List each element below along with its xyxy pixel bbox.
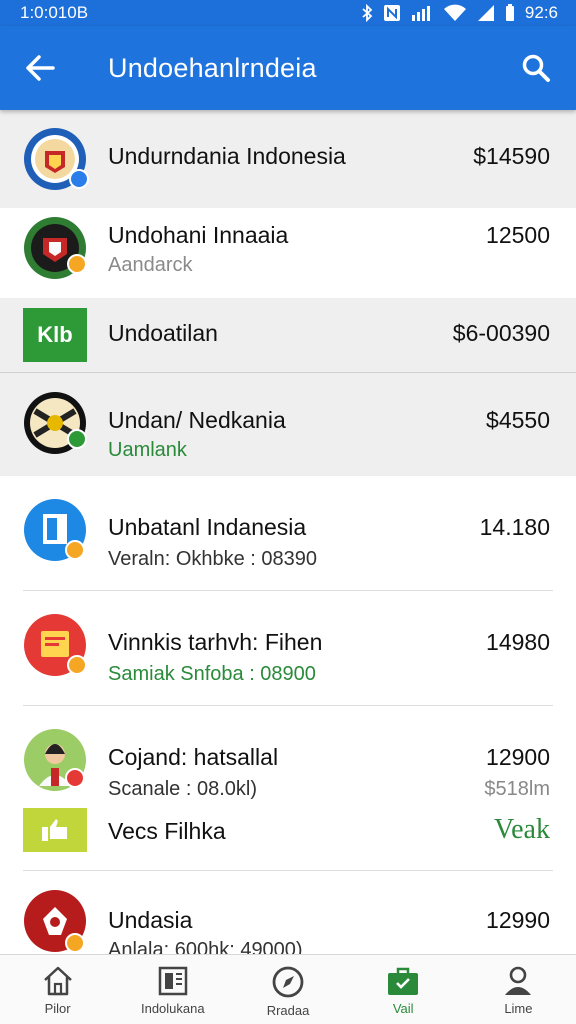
verified-badge-icon — [69, 169, 89, 189]
item-value: 12990 — [486, 907, 550, 933]
arrow-back-icon — [26, 55, 55, 81]
item-name: Cojand: hatsallal — [108, 744, 279, 770]
item-subtitle: Scanale : 08.0kl) — [108, 778, 257, 800]
list-item[interactable]: Cojand: hatsallal Scanale : 08.0kl) 1290… — [0, 706, 576, 800]
item-subtitle: Veraln: Okhbke : 08390 — [108, 548, 318, 570]
item-value: 12500 — [486, 222, 550, 248]
item-logo-text: Klb — [37, 322, 73, 347]
item-name: Undurndania Indonesia — [108, 143, 346, 169]
search-icon — [522, 54, 550, 82]
status-bar: 1:0:010B 92:6 — [0, 0, 576, 26]
page-title: Undoehanlrndeia — [108, 52, 317, 83]
item-value-logo: Veak — [494, 814, 550, 845]
coin-badge-icon — [67, 655, 87, 675]
bottom-nav: Pilor Indolukana Rradaa Vail Lime — [0, 954, 576, 1024]
item-value: 14980 — [486, 629, 550, 655]
home-icon — [43, 966, 72, 996]
item-logo-emblem — [23, 391, 87, 455]
item-logo-emblem — [23, 216, 87, 280]
battery-icon — [505, 4, 514, 21]
status-clock: 92:6 — [524, 3, 558, 22]
nav-item-news[interactable]: Indolukana — [115, 955, 230, 1024]
list-item[interactable]: Klb Undoatilan $6-00390 — [0, 298, 576, 372]
nav-label: Vail — [392, 1001, 414, 1016]
wifi-icon — [443, 4, 466, 21]
nav-label: Pilor — [44, 1001, 71, 1016]
item-value: $4550 — [486, 407, 550, 433]
back-button[interactable] — [0, 26, 80, 110]
item-logo-card — [23, 613, 87, 677]
item-subtitle: Aandarck — [108, 254, 193, 276]
item-value: 14.180 — [479, 514, 550, 540]
signal-icon — [411, 6, 430, 21]
item-logo-shield — [23, 889, 87, 953]
item-logo-document — [23, 498, 87, 562]
status-icons: 92:6 — [361, 3, 558, 23]
flag-badge-icon — [65, 768, 85, 788]
item-name: Unbatanl Indanesia — [108, 514, 307, 540]
item-logo-tile: Klb — [23, 308, 87, 362]
item-subtitle: Uamlank — [108, 439, 187, 461]
coin-badge-icon — [65, 933, 85, 953]
item-name: Undan/ Nedkania — [108, 407, 286, 433]
nav-item-wallet[interactable]: Vail — [346, 955, 461, 1024]
item-logo-portrait — [23, 728, 87, 792]
nav-label: Rradaa — [266, 1003, 310, 1018]
check-badge-icon — [67, 429, 87, 449]
list-item[interactable]: Undasia Anlala: 600hk: 49000) 12990 — [0, 871, 576, 954]
thumbs-up-icon — [42, 819, 67, 841]
list-item[interactable]: Undurndania Indonesia $14590 — [0, 110, 576, 208]
item-name: Vecs Filhka — [108, 818, 226, 844]
nav-item-home[interactable]: Pilor — [0, 955, 115, 1024]
list-item[interactable]: Vecs Filhka Veak — [0, 800, 576, 870]
coin-badge-icon — [65, 540, 85, 560]
nav-label: Indolukana — [140, 1001, 205, 1016]
list-item[interactable]: Unbatanl Indanesia Veraln: Okhbke : 0839… — [0, 476, 576, 590]
item-name: Undohani Innaaia — [108, 222, 289, 248]
item-list: Undurndania Indonesia $14590 Undohani In… — [0, 110, 576, 954]
person-icon — [505, 966, 532, 995]
item-subvalue: $518lm — [484, 778, 550, 800]
cell-signal-icon — [477, 5, 494, 21]
item-value: $14590 — [473, 143, 550, 169]
list-item[interactable]: Undohani Innaaia Aandarck 12500 — [0, 208, 576, 298]
item-value: $6-00390 — [452, 320, 550, 346]
coin-badge-icon — [67, 254, 87, 274]
item-name: Vinnkis tarhvh: Fihen — [108, 629, 323, 655]
nav-item-profile[interactable]: Lime — [461, 955, 576, 1024]
nav-label: Lime — [504, 1001, 533, 1016]
item-logo-emblem — [23, 127, 89, 191]
nav-item-explore[interactable]: Rradaa — [230, 955, 345, 1024]
search-button[interactable] — [496, 26, 576, 110]
item-name: Undasia — [108, 907, 193, 933]
status-time: 1:0:010B — [20, 3, 89, 22]
list-item[interactable]: Vinnkis tarhvh: Fihen Samiak Snfoba : 08… — [0, 591, 576, 705]
news-icon — [158, 966, 188, 996]
app-bar: Undoehanlrndeia — [0, 26, 576, 110]
item-value: 12900 — [486, 744, 550, 770]
briefcase-icon — [388, 967, 419, 995]
nfc-icon — [383, 5, 400, 21]
item-name: Undoatilan — [108, 320, 218, 346]
item-subtitle: Samiak Snfoba : 08900 — [108, 663, 316, 685]
bluetooth-icon — [362, 4, 373, 22]
list-item[interactable]: Undan/ Nedkania Uamlank $4550 — [0, 373, 576, 476]
item-subtitle: Anlala: 600hk: 49000) — [108, 939, 303, 954]
compass-icon — [272, 966, 304, 998]
item-logo-tile — [23, 808, 87, 852]
